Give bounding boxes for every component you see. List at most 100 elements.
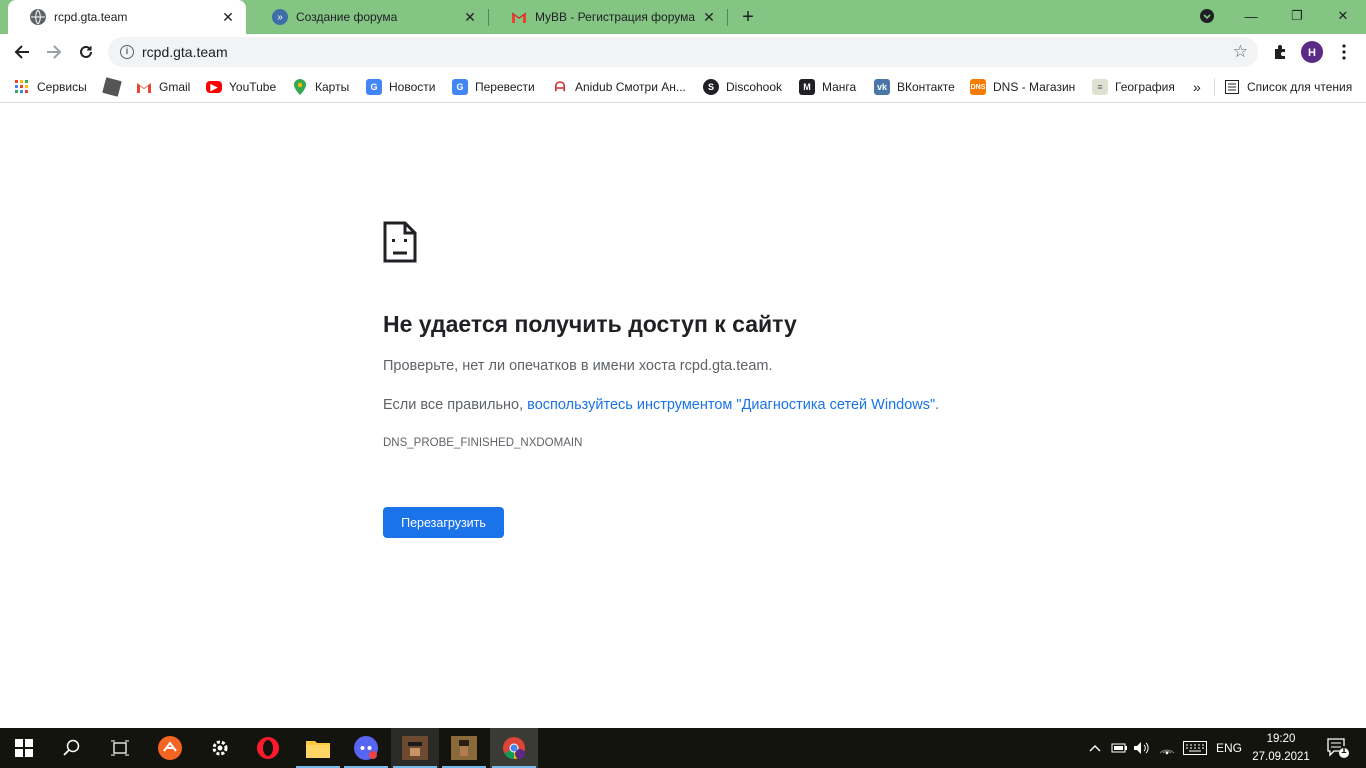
forward-button[interactable] xyxy=(40,38,68,66)
bookmark-star-icon[interactable]: ☆ xyxy=(1233,42,1248,62)
geography-icon: ≡ xyxy=(1092,79,1108,95)
bookmark-label: Карты xyxy=(315,80,350,94)
manga-icon: M xyxy=(799,79,815,95)
reload-button[interactable] xyxy=(72,38,100,66)
reload-page-button[interactable]: Перезагрузить xyxy=(383,507,504,538)
bookmark-youtube[interactable]: ▶ YouTube xyxy=(206,76,276,98)
windows-taskbar: ENG 19:20 27.09.2021 1 xyxy=(0,728,1366,768)
bookmark-manga[interactable]: M Манга xyxy=(799,76,856,98)
close-window-button[interactable]: ✕ xyxy=(1320,0,1366,32)
close-tab-icon[interactable]: ✕ xyxy=(699,7,719,27)
bookmark-label: DNS - Магазин xyxy=(993,80,1076,94)
browser-frame: rcpd.gta.team ✕ » Создание форума ✕ MyBB… xyxy=(0,0,1366,103)
bookmark-news[interactable]: G Новости xyxy=(366,76,435,98)
bookmark-anidub[interactable]: ᗩ Anidub Смотри Ан... xyxy=(552,76,686,98)
translate-icon: G xyxy=(452,79,468,95)
reload-icon xyxy=(80,45,92,58)
maps-icon xyxy=(292,79,308,95)
mybb-icon: » xyxy=(272,9,288,25)
taskbar-game-1[interactable] xyxy=(391,728,439,768)
menu-kebab-icon[interactable] xyxy=(1334,42,1354,62)
show-hidden-icons-button[interactable] xyxy=(1084,728,1106,768)
network-tray[interactable] xyxy=(1156,728,1178,768)
minimize-icon: — xyxy=(1244,8,1258,24)
game-avatar-icon xyxy=(451,736,477,760)
tab-rcpd[interactable]: rcpd.gta.team ✕ xyxy=(8,0,246,34)
dns-icon: DNS xyxy=(970,79,986,95)
input-language[interactable]: ENG xyxy=(1212,728,1246,768)
minimize-button[interactable]: — xyxy=(1228,0,1274,32)
error-hint-diagnostics: Если все правильно, воспользуйтесь инстр… xyxy=(383,397,939,413)
search-button[interactable] xyxy=(48,728,96,768)
tab-mybb-registration[interactable]: MyBB - Регистрация форума - h ✕ xyxy=(489,0,727,34)
taskbar-settings[interactable] xyxy=(196,728,244,768)
chevron-up-icon xyxy=(1089,745,1101,752)
taskbar-discord[interactable] xyxy=(342,728,390,768)
roblox-icon xyxy=(102,77,122,97)
taskbar-chrome[interactable] xyxy=(490,728,538,768)
folder-icon xyxy=(306,741,330,758)
taskbar-app-orange[interactable] xyxy=(146,728,194,768)
bookmarks-overflow-button[interactable]: » xyxy=(1193,76,1201,98)
bookmark-maps[interactable]: Карты xyxy=(292,76,349,98)
clock-time: 19:20 xyxy=(1266,733,1296,745)
error-page: Не удается получить доступ к сайту Прове… xyxy=(0,103,1366,728)
task-view-icon xyxy=(111,740,129,756)
taskbar-explorer[interactable] xyxy=(294,728,342,768)
taskbar-opera[interactable] xyxy=(244,728,292,768)
bookmark-translate[interactable]: G Перевести xyxy=(452,76,535,98)
bookmark-dns[interactable]: DNS DNS - Магазин xyxy=(970,76,1075,98)
chevron-down-icon xyxy=(1200,9,1214,23)
bookmark-discohook[interactable]: S Discohook xyxy=(703,76,782,98)
arrow-left-icon xyxy=(14,45,29,59)
bookmark-geography[interactable]: ≡ География xyxy=(1092,76,1175,98)
speaker-icon xyxy=(1134,742,1149,754)
profile-avatar[interactable]: H xyxy=(1300,40,1324,64)
keyboard-icon xyxy=(1183,741,1207,755)
tab-search-button[interactable] xyxy=(1184,0,1230,32)
opera-icon xyxy=(257,737,279,759)
start-button[interactable] xyxy=(0,728,48,768)
reading-list-icon xyxy=(1224,79,1240,95)
address-bar[interactable]: i ☆ xyxy=(108,37,1258,67)
touch-keyboard-tray[interactable] xyxy=(1181,728,1209,768)
taskbar-game-2[interactable] xyxy=(440,728,488,768)
bookmark-services[interactable]: Сервисы xyxy=(14,76,87,98)
extensions-icon[interactable] xyxy=(1270,42,1290,62)
action-center-button[interactable]: 1 xyxy=(1318,728,1358,768)
discord-icon xyxy=(354,736,378,760)
bookmark-vk[interactable]: vk ВКонтакте xyxy=(874,76,955,98)
back-button[interactable] xyxy=(8,38,36,66)
hint-suffix: . xyxy=(935,397,940,413)
network-diagnostics-link[interactable]: воспользуйтесь инструментом "Диагностика… xyxy=(527,397,935,413)
site-info-icon[interactable]: i xyxy=(120,45,134,59)
bookmark-gmail[interactable]: Gmail xyxy=(136,76,190,98)
tab-create-forum[interactable]: » Создание форума ✕ xyxy=(250,0,488,34)
system-clock[interactable]: 19:20 27.09.2021 xyxy=(1249,730,1313,766)
arrow-right-icon xyxy=(47,45,62,59)
volume-tray[interactable] xyxy=(1131,728,1153,768)
windows-logo-icon xyxy=(15,739,33,757)
globe-icon xyxy=(30,9,46,25)
chevrons-right-icon: » xyxy=(1193,79,1201,95)
clock-date: 27.09.2021 xyxy=(1252,751,1310,763)
reading-list-button[interactable]: Список для чтения xyxy=(1224,76,1352,98)
bookmark-roblox[interactable] xyxy=(102,76,127,98)
url-input[interactable] xyxy=(142,44,1142,60)
close-tab-icon[interactable]: ✕ xyxy=(460,7,480,27)
bookmark-divider xyxy=(1214,78,1215,96)
close-tab-icon[interactable]: ✕ xyxy=(218,7,238,27)
error-code: DNS_PROBE_FINISHED_NXDOMAIN xyxy=(383,437,583,449)
svg-text:H: H xyxy=(1308,47,1316,59)
task-view-button[interactable] xyxy=(96,728,144,768)
new-tab-button[interactable]: + xyxy=(737,6,759,28)
battery-icon xyxy=(1111,743,1127,753)
restore-button[interactable]: ❐ xyxy=(1274,0,1320,32)
chrome-icon xyxy=(503,737,525,759)
battery-tray[interactable] xyxy=(1108,728,1130,768)
bookmark-label: География xyxy=(1115,80,1175,94)
gear-icon xyxy=(212,740,228,756)
reading-list-label: Список для чтения xyxy=(1247,80,1353,94)
bookmark-label: ВКонтакте xyxy=(897,80,955,94)
notification-count: 1 xyxy=(1341,745,1347,756)
